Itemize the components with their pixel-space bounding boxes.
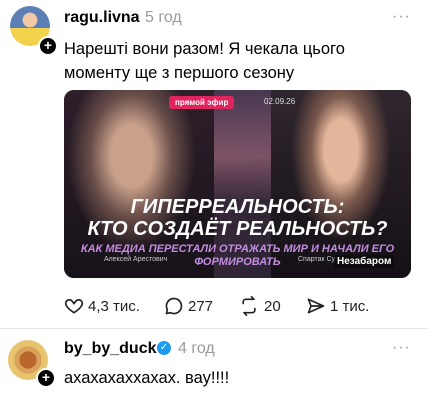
- share-button[interactable]: 1 тис.: [306, 296, 369, 316]
- guest-left-name: Алексей Арестович: [104, 256, 168, 263]
- post-text-line1: Нарешті вони разом! Я чекала цього: [64, 40, 345, 58]
- username[interactable]: ragu.livna: [64, 9, 140, 27]
- like-button[interactable]: 4,3 тис.: [64, 296, 140, 316]
- more-options-button[interactable]: ···: [392, 8, 411, 26]
- reply-button[interactable]: 277: [164, 296, 213, 316]
- like-count: 4,3 тис.: [88, 297, 140, 315]
- post-time: 4 год: [178, 340, 215, 357]
- media-title-line2: КТО СОЗДАЁТ РЕАЛЬНОСТЬ?: [87, 218, 388, 240]
- media-date: 02.09.26: [264, 97, 296, 106]
- plus-icon[interactable]: +: [36, 368, 56, 388]
- post-divider: [0, 328, 428, 329]
- post-time: 5 год: [145, 9, 182, 26]
- live-badge: прямой эфир: [169, 96, 235, 109]
- share-icon: [307, 298, 325, 314]
- repost-button[interactable]: 20: [238, 296, 281, 316]
- post-text-line2: моменту ще з першого сезону: [64, 64, 295, 82]
- post-media[interactable]: прямой эфир 02.09.26 ГИПЕРРЕАЛЬНОСТЬ: КТ…: [64, 90, 411, 278]
- guest-right-name: Спартак Су: [298, 256, 336, 263]
- repost-count: 20: [264, 297, 281, 315]
- plus-icon[interactable]: +: [38, 36, 58, 56]
- share-count: 1 тис.: [330, 297, 370, 315]
- username[interactable]: by_by_duck: [64, 340, 156, 358]
- more-options-button[interactable]: ···: [392, 339, 411, 357]
- channel-watermark: Незабаром: [334, 255, 395, 268]
- reply-count: 277: [188, 297, 214, 315]
- heart-icon: [64, 298, 84, 314]
- comment-icon: [165, 297, 183, 315]
- repost-icon: [242, 296, 256, 316]
- verified-badge-icon: ✓: [157, 341, 171, 355]
- post-text: ахахахаххахах. вау!!!!: [64, 369, 230, 387]
- media-title-line1: ГИПЕРРЕАЛЬНОСТЬ:: [130, 196, 345, 218]
